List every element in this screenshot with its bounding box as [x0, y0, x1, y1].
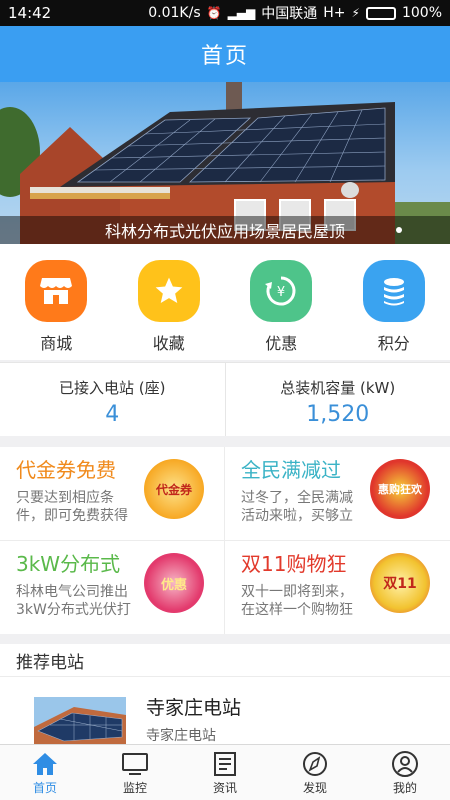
- status-time: 14:42: [8, 4, 52, 22]
- points-icon: [362, 260, 425, 322]
- stat-label: 总装机容量 (kW): [280, 379, 396, 397]
- station-name: 寺家庄电站: [146, 697, 242, 719]
- tab-label: 我的: [392, 781, 417, 795]
- stat-installed-capacity: 总装机容量 (kW) 1,520: [224, 363, 450, 436]
- quick-item-discounts[interactable]: ¥ 优惠: [225, 244, 338, 360]
- promo-description: 双十一即将到来，在这样一个购物狂: [241, 584, 353, 618]
- promo-card[interactable]: 全民满减过 过冬了，全民满减活动来啦，买够立 惠购狂欢: [225, 447, 450, 541]
- promo-badge-image: 优惠: [144, 553, 204, 613]
- tab-discover[interactable]: 发现: [270, 745, 360, 800]
- carrier-name: 中国联通: [261, 6, 318, 22]
- quick-item-mall[interactable]: 商城: [0, 244, 113, 360]
- stat-connected-stations: 已接入电站 (座) 4: [0, 363, 225, 436]
- promo-card[interactable]: 代金券免费 只要达到相应条件，即可免费获得 代金券: [0, 447, 225, 541]
- bottom-tab-bar: 首页 监控 资讯 发现 我的: [0, 744, 450, 800]
- network-type: H+: [323, 5, 346, 21]
- promo-description: 只要达到相应条件，即可免费获得: [16, 490, 128, 524]
- status-bar: 14:42 0.01K/s ⏰ ▂▄▆ 中国联通 H+ ⚡ 100%: [0, 0, 450, 26]
- station-list-item[interactable]: 寺家庄电站 寺家庄电站: [0, 676, 450, 753]
- quick-item-label: 积分: [377, 334, 410, 353]
- quick-item-points[interactable]: 积分: [338, 244, 450, 360]
- promo-badge-text: 双11: [383, 576, 417, 592]
- signal-icon: ▂▄▆: [227, 6, 256, 20]
- promo-badge-image: 双11: [370, 553, 430, 613]
- promotions-grid: 代金券免费 只要达到相应条件，即可免费获得 代金券 全民满减过 过冬了，全民满减…: [0, 447, 450, 635]
- tab-home[interactable]: 首页: [0, 745, 90, 800]
- promo-badge-image: 代金券: [144, 459, 204, 519]
- promo-badge-image: 惠购狂欢: [370, 459, 430, 519]
- station-stats: 已接入电站 (座) 4 总装机容量 (kW) 1,520: [0, 362, 450, 436]
- coupon-icon: ¥: [250, 260, 313, 322]
- svg-text:¥: ¥: [277, 285, 285, 300]
- quick-item-label: 收藏: [152, 334, 185, 353]
- battery-icon: [365, 6, 396, 20]
- page-title: 首页: [200, 44, 249, 69]
- profile-icon: [391, 749, 419, 779]
- tab-label: 监控: [122, 781, 147, 795]
- tab-news[interactable]: 资讯: [180, 745, 270, 800]
- promo-description: 过冬了，全民满减活动来啦，买够立: [241, 490, 353, 524]
- tab-profile[interactable]: 我的: [360, 745, 450, 800]
- stat-value: 1,520: [306, 402, 370, 427]
- monitor-icon: [121, 749, 149, 779]
- banner-caption: 科林分布式光伏应用场景居民屋顶: [0, 216, 450, 244]
- home-icon: [31, 749, 59, 779]
- promo-badge-text: 代金券: [155, 482, 192, 497]
- charging-icon: ⚡: [351, 6, 360, 20]
- tab-label: 发现: [302, 781, 327, 795]
- promo-badge-text: 惠购狂欢: [378, 483, 422, 496]
- quick-menu: 商城 收藏 ¥ 优惠 积分: [0, 244, 450, 360]
- network-speed: 0.01K/s: [148, 5, 201, 21]
- quick-item-favorites[interactable]: 收藏: [113, 244, 226, 360]
- alarm-icon: ⏰: [206, 6, 222, 20]
- tab-monitor[interactable]: 监控: [90, 745, 180, 800]
- tab-label: 资讯: [212, 781, 237, 795]
- station-subtitle: 寺家庄电站: [146, 728, 216, 744]
- tab-label: 首页: [32, 781, 57, 795]
- promo-description: 科林电气公司推出3kW分布式光伏打: [16, 584, 131, 618]
- promo-card[interactable]: 3kW分布式 科林电气公司推出3kW分布式光伏打 优惠: [0, 541, 225, 635]
- promo-badge-text: 优惠: [160, 577, 187, 593]
- quick-item-label: 优惠: [265, 334, 298, 353]
- banner-carousel[interactable]: 科林分布式光伏应用场景居民屋顶: [0, 82, 450, 244]
- store-icon: [25, 260, 88, 322]
- stat-label: 已接入电站 (座): [59, 379, 166, 397]
- carousel-indicator[interactable]: [396, 227, 402, 233]
- star-icon: [137, 260, 200, 322]
- news-icon: [212, 749, 238, 779]
- quick-item-label: 商城: [40, 334, 73, 353]
- stat-value: 4: [105, 402, 120, 427]
- title-bar: 首页: [0, 26, 450, 82]
- promo-card[interactable]: 双11购物狂 双十一即将到来，在这样一个购物狂 双11: [225, 541, 450, 635]
- battery-percent: 100%: [401, 5, 442, 21]
- compass-icon: [301, 749, 329, 779]
- section-header-recommended: 推荐电站: [0, 634, 450, 676]
